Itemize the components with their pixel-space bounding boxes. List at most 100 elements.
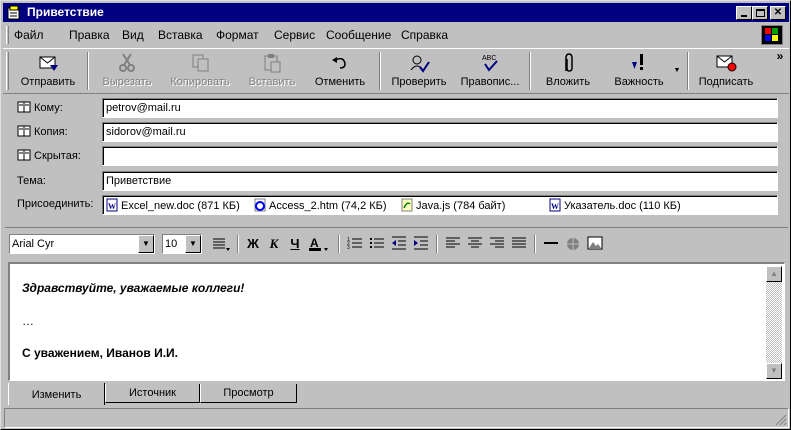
align-left-button[interactable] xyxy=(443,236,463,254)
minimize-button[interactable] xyxy=(736,6,752,20)
title-bar[interactable]: Приветствие ✕ xyxy=(3,3,789,22)
attachment-item[interactable]: Access_2.htm (74,2 КБ) xyxy=(253,198,387,212)
tab-preview[interactable]: Просмотр xyxy=(200,384,297,403)
menu-format[interactable]: Формат xyxy=(216,28,259,42)
svg-text:A: A xyxy=(310,236,319,250)
paste-icon xyxy=(264,54,281,73)
numbered-list-button[interactable]: 123 xyxy=(345,236,365,254)
cc-label[interactable]: Копия: xyxy=(17,125,68,138)
scroll-up-button[interactable]: ▲ xyxy=(766,266,782,282)
spelling-button[interactable]: ABC Правопис... xyxy=(455,49,525,93)
toolbar-grip[interactable] xyxy=(6,52,9,90)
align-right-button[interactable] xyxy=(487,236,507,254)
bold-icon: Ж xyxy=(247,236,259,251)
windows-logo-icon xyxy=(761,25,783,45)
menu-insert[interactable]: Вставка xyxy=(158,28,203,42)
menu-view[interactable]: Вид xyxy=(122,28,144,42)
horizontal-line-button[interactable] xyxy=(541,236,561,254)
svg-text:W: W xyxy=(108,202,116,211)
paragraph-style-icon xyxy=(213,238,230,251)
insert-picture-button[interactable] xyxy=(585,236,605,254)
subject-label: Тема: xyxy=(17,175,46,187)
menu-help[interactable]: Справка xyxy=(401,28,448,42)
paste-button[interactable]: Вставить xyxy=(241,49,303,93)
increase-indent-icon xyxy=(414,236,428,250)
priority-button[interactable]: Важность xyxy=(607,49,671,93)
underline-icon: Ч xyxy=(290,236,300,251)
dropdown-arrow-icon[interactable]: ▼ xyxy=(185,235,201,253)
close-button[interactable]: ✕ xyxy=(770,6,786,20)
bullet-list-button[interactable] xyxy=(367,236,387,254)
underline-button[interactable]: Ч xyxy=(285,236,305,254)
maximize-icon xyxy=(755,9,765,17)
copy-button[interactable]: Копировать xyxy=(165,49,235,93)
menu-edit[interactable]: Правка xyxy=(69,28,110,42)
menu-message[interactable]: Сообщение xyxy=(326,28,391,42)
align-center-button[interactable] xyxy=(465,236,485,254)
bcc-field[interactable] xyxy=(102,146,778,166)
italic-icon: К xyxy=(269,236,279,251)
svg-text:W: W xyxy=(551,202,559,211)
subject-field[interactable]: Приветствие xyxy=(102,171,778,191)
cut-button[interactable]: Вырезать xyxy=(95,49,159,93)
menu-grip[interactable] xyxy=(6,26,9,44)
attachment-item[interactable]: W Указатель.doc (110 КБ) xyxy=(548,198,681,212)
sign-button[interactable]: Подписать xyxy=(693,49,759,93)
scissors-icon xyxy=(119,53,135,72)
format-toolbar: Arial Cyr ▼ 10 ▼ Ж К Ч A 123 xyxy=(5,227,788,257)
font-color-icon: A xyxy=(309,236,328,251)
font-select[interactable]: Arial Cyr ▼ xyxy=(9,234,155,254)
address-book-icon xyxy=(17,149,31,161)
tab-source[interactable]: Источник xyxy=(105,384,200,403)
attach-button[interactable]: Вложить xyxy=(536,49,600,93)
toolbar-more-button[interactable]: » xyxy=(773,49,787,93)
bcc-label[interactable]: Скрытая: xyxy=(17,149,81,162)
attachment-item[interactable]: W Excel_new.doc (871 КБ) xyxy=(105,198,240,212)
sign-icon xyxy=(716,55,737,72)
bold-button[interactable]: Ж xyxy=(243,236,263,254)
numbered-list-icon: 123 xyxy=(347,237,362,251)
window-title: Приветствие xyxy=(27,5,104,19)
word-doc-icon: W xyxy=(549,198,561,212)
italic-button[interactable]: К xyxy=(264,236,284,254)
vertical-scrollbar[interactable]: ▲ ▼ xyxy=(766,266,782,379)
send-icon xyxy=(39,56,58,71)
resize-grip-icon[interactable] xyxy=(775,414,787,426)
spelling-icon: ABC xyxy=(482,55,498,72)
increase-indent-button[interactable] xyxy=(411,236,431,254)
cc-field[interactable]: sidorov@mail.ru xyxy=(102,122,778,142)
justify-button[interactable] xyxy=(509,236,529,254)
toolbar: Отправить Вырезать Копировать Вставить О… xyxy=(3,48,789,94)
check-names-button[interactable]: Проверить xyxy=(385,49,453,93)
font-color-button[interactable]: A xyxy=(307,236,331,254)
menu-tools[interactable]: Сервис xyxy=(274,28,315,42)
send-button[interactable]: Отправить xyxy=(15,49,81,93)
word-doc-icon: W xyxy=(106,198,118,212)
maximize-button[interactable] xyxy=(752,6,768,20)
status-bar xyxy=(4,408,789,428)
undo-button[interactable]: Отменить xyxy=(308,49,372,93)
script-file-icon xyxy=(401,198,413,212)
svg-text:ABC: ABC xyxy=(482,55,496,62)
decrease-indent-icon xyxy=(392,236,406,250)
to-label[interactable]: Кому: xyxy=(17,101,63,114)
insert-link-button[interactable] xyxy=(563,236,583,254)
close-icon: ✕ xyxy=(773,7,783,18)
message-body-editor[interactable]: Здравствуйте, уважаемые коллеги! … С ува… xyxy=(8,262,785,381)
ie-html-icon xyxy=(254,198,266,212)
priority-dropdown[interactable]: ▼ xyxy=(671,49,683,93)
decrease-indent-button[interactable] xyxy=(389,236,409,254)
scroll-down-button[interactable]: ▼ xyxy=(766,363,782,379)
arrow-down-icon: ▼ xyxy=(770,366,778,375)
font-size-select[interactable]: 10 ▼ xyxy=(162,234,202,254)
menu-bar: Файл Правка Вид Вставка Формат Сервис Со… xyxy=(3,23,789,47)
menu-file[interactable]: Файл xyxy=(14,28,44,42)
dropdown-arrow-icon[interactable]: ▼ xyxy=(138,235,154,253)
attachment-item[interactable]: Java.js (784 байт) xyxy=(400,198,505,212)
to-field[interactable]: petrov@mail.ru xyxy=(102,98,778,118)
attachments-field[interactable]: W Excel_new.doc (871 КБ) Access_2.htm (74… xyxy=(102,195,778,215)
paragraph-style-button[interactable] xyxy=(209,236,233,254)
globe-link-icon xyxy=(567,238,579,250)
tab-edit[interactable]: Изменить xyxy=(8,383,105,405)
address-book-icon xyxy=(17,101,31,113)
